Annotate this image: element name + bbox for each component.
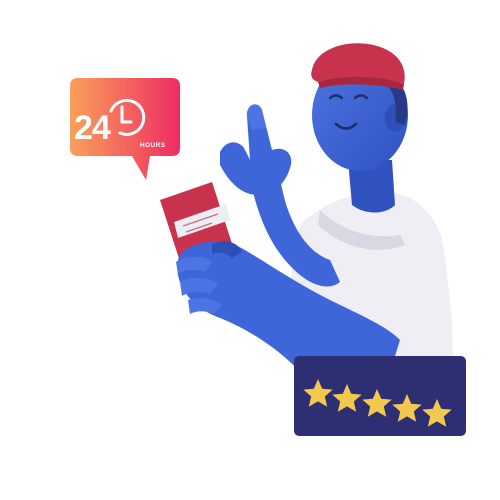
illustration-stage: 24 HOURS	[0, 0, 500, 500]
rating-panel	[294, 356, 466, 436]
hours-badge: 24 HOURS	[70, 78, 180, 180]
support-illustration: 24 HOURS	[70, 43, 466, 436]
person-figure	[160, 43, 453, 372]
hours-badge-unit: HOURS	[140, 142, 166, 149]
head	[311, 43, 408, 171]
hours-badge-number: 24	[74, 109, 111, 147]
